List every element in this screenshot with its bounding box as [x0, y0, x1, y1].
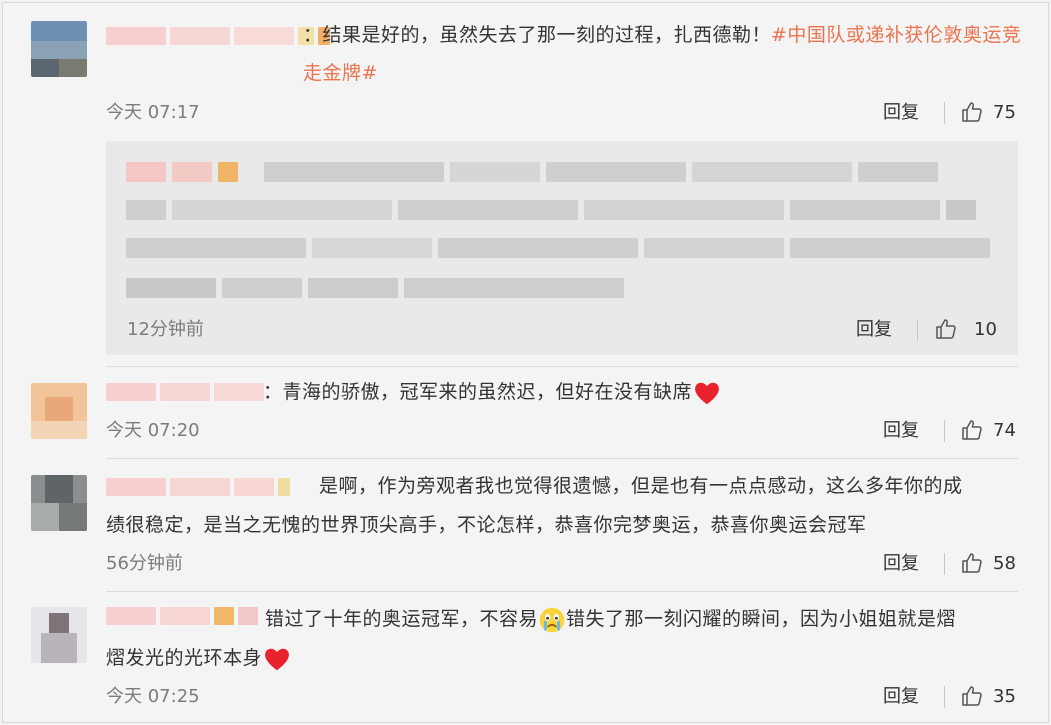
reply-button[interactable]: 回复 [883, 420, 919, 442]
avatar[interactable] [31, 21, 87, 77]
reply-time: 12分钟前 [127, 319, 204, 340]
thumbs-up-icon[interactable] [960, 100, 984, 124]
comment-text: 绩很稳定，是当之无愧的世界顶尖高手，不论怎样，恭喜你完梦奥运，恭喜你奥运会冠军 [106, 514, 867, 536]
username-blurred[interactable] [106, 605, 258, 627]
nested-reply-box: 12分钟前 回复 10 [106, 141, 1018, 355]
comment-text: 熠发光的光环本身 [106, 639, 1006, 677]
thumbs-up-icon[interactable] [934, 317, 958, 341]
comment-text: 错过了十年的奥运冠军，不容易 错失了那一刻闪耀的瞬间，因为小姐姐就是熠 [265, 600, 1025, 638]
blurred-reply-line [126, 277, 624, 299]
thumbs-up-icon[interactable] [960, 551, 984, 575]
username-blurred[interactable] [106, 476, 290, 498]
action-divider [944, 553, 945, 575]
comment-text: ：结果是好的，虽然失去了那一刻的过程，扎西德勒！#中国队或递补获伦敦奥运竞走金牌… [303, 24, 1022, 84]
reply-button[interactable]: 回复 [883, 553, 919, 575]
blurred-reply-line [126, 199, 976, 221]
like-count: 35 [993, 686, 1016, 707]
blurred-reply-line [126, 237, 990, 259]
like-count: 58 [993, 553, 1016, 574]
like-count: 74 [993, 420, 1016, 441]
thumbs-up-icon[interactable] [960, 418, 984, 442]
action-divider [944, 102, 945, 124]
like-count: 75 [993, 102, 1016, 123]
comment-divider [106, 366, 1018, 367]
comment-divider [106, 458, 1018, 459]
like-count: 10 [974, 319, 997, 340]
blurred-reply-line [126, 161, 938, 183]
comment-time: 今天 07:20 [106, 420, 200, 441]
thumbs-up-icon[interactable] [960, 684, 984, 708]
comment-text: 是啊，作为旁观者我也觉得很遗憾，但是也有一点点感动，这么多年你的成 [319, 475, 963, 497]
comment-time: 56分钟前 [106, 553, 183, 574]
username-blurred[interactable] [106, 25, 330, 47]
avatar[interactable] [31, 475, 87, 531]
username-blurred[interactable] [106, 381, 264, 403]
comment-divider [106, 591, 1018, 592]
action-divider [944, 420, 945, 442]
avatar[interactable] [31, 383, 87, 439]
red-heart-emoji [265, 648, 289, 670]
reply-button[interactable]: 回复 [856, 319, 892, 341]
action-divider [944, 686, 945, 708]
avatar[interactable] [31, 607, 87, 663]
reply-button[interactable]: 回复 [883, 686, 919, 708]
comment-list: ：结果是好的，虽然失去了那一刻的过程，扎西德勒！#中国队或递补获伦敦奥运竞走金牌… [2, 2, 1049, 723]
comment-time: 今天 07:25 [106, 686, 200, 707]
red-heart-emoji [695, 382, 719, 404]
comment-text: ：青海的骄傲，冠军来的虽然迟，但好在没有缺席 [263, 373, 1003, 411]
crying-face-emoji [539, 607, 565, 632]
reply-button[interactable]: 回复 [883, 102, 919, 124]
comment-time: 今天 07:17 [106, 102, 200, 123]
action-divider [917, 319, 918, 341]
